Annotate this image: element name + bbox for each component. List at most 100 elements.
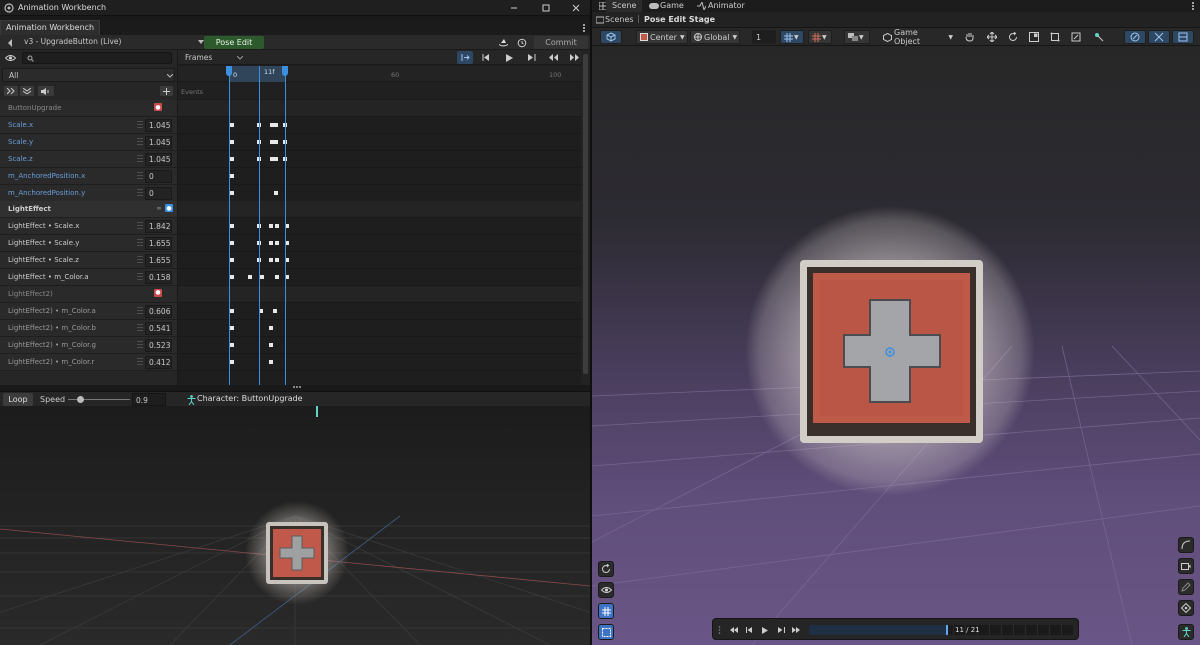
link-icon[interactable]: ∞ xyxy=(155,204,163,212)
scene-step-back-icon[interactable] xyxy=(744,625,754,635)
key-lane[interactable] xyxy=(178,100,581,117)
play-icon[interactable] xyxy=(503,52,515,63)
view-mode-dropdown[interactable]: Game Object ▼ xyxy=(880,28,956,46)
close-icon[interactable] xyxy=(570,3,582,13)
key-lane[interactable] xyxy=(178,302,581,320)
drag-handle-icon[interactable] xyxy=(137,323,143,333)
track-search-input[interactable] xyxy=(22,52,172,64)
keyframe[interactable] xyxy=(275,224,279,229)
keyframe[interactable] xyxy=(230,342,234,347)
skip-back-icon[interactable] xyxy=(480,52,492,63)
scrubber-handle[interactable] xyxy=(946,625,949,635)
drag-handle-icon[interactable] xyxy=(137,188,143,198)
preview-viewport[interactable] xyxy=(0,406,590,645)
range-end-handle[interactable] xyxy=(282,66,288,76)
scene-prev-key-icon[interactable] xyxy=(729,625,739,635)
scene-viewport[interactable]: 11 / 21 xyxy=(592,46,1200,645)
clip-selector[interactable]: v3 - UpgradeButton (Live) xyxy=(24,37,121,46)
filter-dropdown[interactable]: All xyxy=(2,68,175,82)
range-start-handle[interactable] xyxy=(226,66,232,76)
drag-handle-icon[interactable] xyxy=(137,306,143,316)
layers-toggle-button[interactable] xyxy=(1172,30,1194,44)
keyframe[interactable] xyxy=(269,224,273,229)
curve-tool-button[interactable] xyxy=(1178,537,1194,553)
record-icon[interactable]: ● xyxy=(154,288,162,297)
commit-button[interactable]: Commit xyxy=(534,36,588,49)
key-lane[interactable] xyxy=(178,252,581,270)
track-value-field[interactable]: 0.412 xyxy=(145,355,172,369)
track-group[interactable]: ButtonUpgrade ● xyxy=(0,100,177,117)
drag-handle-icon[interactable] xyxy=(137,120,143,130)
grid-toggle-button[interactable]: ▼ xyxy=(808,30,832,44)
custom-tool-icon[interactable] xyxy=(1092,31,1106,43)
scene-next-key-icon[interactable] xyxy=(791,625,801,635)
keyframe[interactable] xyxy=(269,241,273,246)
key-lane[interactable] xyxy=(178,201,581,219)
bake-icon[interactable] xyxy=(497,37,509,48)
breadcrumb-scenes[interactable]: Scenes xyxy=(605,15,634,24)
drag-handle-icon[interactable] xyxy=(137,256,143,266)
keyframe[interactable] xyxy=(269,258,273,263)
grip-icon[interactable] xyxy=(717,625,721,635)
events-lane[interactable]: Events xyxy=(178,83,581,100)
drag-handle-icon[interactable] xyxy=(137,154,143,164)
speed-value-field[interactable]: 0.9 xyxy=(132,393,166,406)
keyframe[interactable] xyxy=(275,241,279,246)
back-arrow-icon[interactable] xyxy=(6,38,14,47)
range-start-marker[interactable] xyxy=(229,66,230,385)
track-row[interactable]: LightEffect • Scale.x 1.842 xyxy=(0,218,177,236)
pose-edit-button[interactable]: Pose Edit xyxy=(204,36,264,49)
key-lane[interactable] xyxy=(178,167,581,185)
track-row[interactable]: LightEffect2) • m_Color.b 0.541 xyxy=(0,319,177,337)
loop-button[interactable]: Loop xyxy=(3,393,33,406)
keyframe[interactable] xyxy=(269,325,273,330)
track-value-field[interactable]: 1.045 xyxy=(145,118,172,132)
keyframe[interactable] xyxy=(230,156,234,161)
track-row[interactable]: LightEffect • Scale.y 1.655 xyxy=(0,235,177,253)
track-value-field[interactable]: 0 xyxy=(145,186,172,200)
track-value-field[interactable]: 1.045 xyxy=(145,135,172,149)
track-row[interactable]: Scale.x 1.045 xyxy=(0,116,177,134)
timeline-mode-dropdown[interactable]: Frames xyxy=(185,53,212,62)
track-row[interactable]: m_AnchoredPosition.y 0 xyxy=(0,184,177,202)
next-key-icon[interactable] xyxy=(568,52,580,63)
expand-all-icon[interactable] xyxy=(4,86,18,96)
scrollbar-thumb[interactable] xyxy=(583,54,588,374)
track-row[interactable]: LightEffect • Scale.z 1.655 xyxy=(0,252,177,270)
tab-game[interactable]: Game xyxy=(654,0,690,12)
keyframe[interactable] xyxy=(230,122,234,127)
key-lane[interactable] xyxy=(178,353,581,371)
render-mode-button[interactable]: ▼ xyxy=(844,30,870,44)
keyframe[interactable] xyxy=(230,325,234,330)
gizmo-toggle-button[interactable] xyxy=(1124,30,1146,44)
track-row[interactable]: Scale.z 1.045 xyxy=(0,150,177,168)
keyframe[interactable] xyxy=(274,139,278,144)
track-row[interactable]: LightEffect2) • m_Color.r 0.412 xyxy=(0,353,177,371)
key-lane[interactable] xyxy=(178,319,581,337)
visibility-toggle-button[interactable] xyxy=(598,582,614,598)
keyframe[interactable] xyxy=(230,224,234,229)
grid-overlay-button[interactable] xyxy=(598,603,614,619)
reset-view-button[interactable] xyxy=(598,561,614,577)
drag-handle-icon[interactable] xyxy=(137,171,143,181)
scene-scrubber[interactable]: 11 / 21 xyxy=(809,625,1073,635)
key-lane[interactable] xyxy=(178,116,581,134)
scale-tool-icon[interactable] xyxy=(1027,31,1041,43)
camera-tool-button[interactable] xyxy=(1178,558,1194,574)
track-value-field[interactable]: 0.158 xyxy=(145,271,172,284)
drag-handle-icon[interactable] xyxy=(137,137,143,147)
key-lane[interactable] xyxy=(178,336,581,354)
drag-handle-icon[interactable] xyxy=(137,273,143,282)
keyframe[interactable] xyxy=(274,156,278,161)
goto-start-icon[interactable] xyxy=(457,51,473,64)
track-group[interactable]: LightEffect2) ● xyxy=(0,285,177,303)
keyframe[interactable] xyxy=(230,359,234,364)
hand-tool-icon[interactable] xyxy=(963,31,977,43)
scene-more-icon[interactable] xyxy=(1189,1,1197,11)
key-lane[interactable] xyxy=(178,218,581,236)
keyframe[interactable] xyxy=(269,359,273,364)
key-lane[interactable] xyxy=(178,184,581,202)
key-lanes[interactable] xyxy=(178,100,581,385)
maximize-icon[interactable] xyxy=(540,3,552,13)
keyframe[interactable] xyxy=(273,308,277,313)
